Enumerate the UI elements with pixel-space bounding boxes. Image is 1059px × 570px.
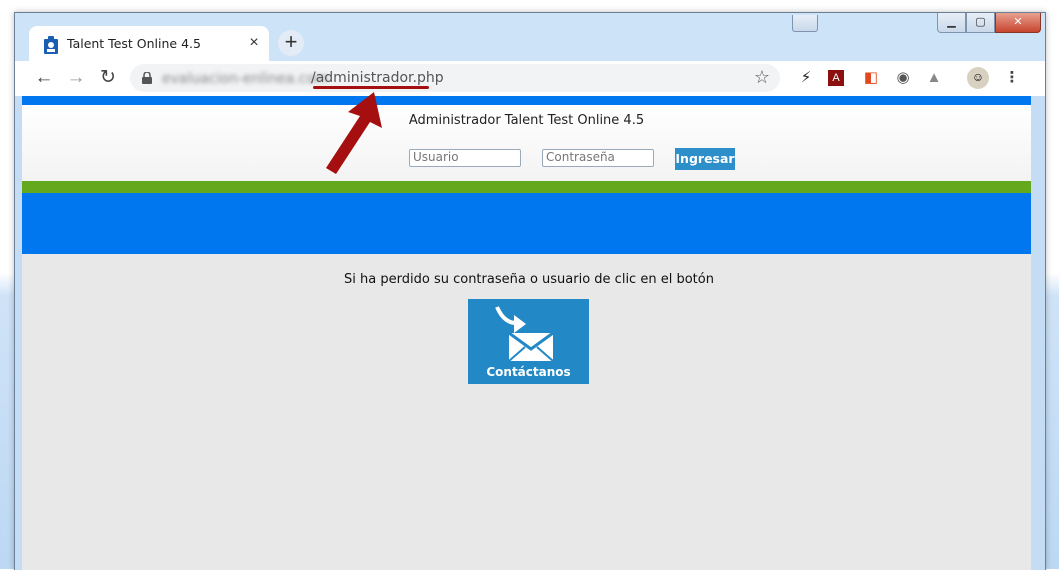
lightning-icon[interactable]: ⚡ <box>796 68 816 88</box>
contact-button-label: Contáctanos <box>486 365 571 379</box>
url-path: /administrador.php <box>311 70 444 86</box>
window-controls: ▁ ▢ ✕ <box>937 13 1041 33</box>
address-bar[interactable]: evaluacion-enlinea.com /administrador.ph… <box>130 64 780 92</box>
top-blue-bar <box>22 96 1031 105</box>
tab-close-icon[interactable]: × <box>245 34 263 52</box>
reload-icon[interactable]: ↻ <box>95 65 121 91</box>
url-host: evaluacion-enlinea.com <box>162 71 329 87</box>
url-underline-annotation <box>313 86 429 89</box>
blue-banner <box>22 193 1031 254</box>
avatar[interactable]: ☺ <box>967 67 989 89</box>
restore-cast-icon[interactable] <box>792 15 818 32</box>
menu-icon[interactable]: ⋮ <box>1002 68 1022 88</box>
contact-button[interactable]: Contáctanos <box>468 299 589 384</box>
red-arrow-annotation <box>326 92 382 174</box>
browser-toolbar: ← → ↻ evaluacion-enlinea.com /administra… <box>15 61 1045 96</box>
minimize-button[interactable]: ▁ <box>937 13 966 33</box>
badge-favicon-icon <box>44 36 58 54</box>
tab-title: Talent Test Online 4.5 <box>67 36 201 51</box>
bookmark-star-icon[interactable]: ☆ <box>754 67 770 88</box>
recover-message: Si ha perdido su contraseña o usuario de… <box>344 272 714 287</box>
mail-arrow-icon <box>495 306 554 362</box>
drive-icon[interactable]: ▲ <box>924 68 944 88</box>
browser-window: Talent Test Online 4.5 × + ▁ ▢ ✕ ← → ↻ e… <box>14 12 1046 570</box>
new-tab-button[interactable]: + <box>278 30 304 56</box>
back-arrow-icon[interactable]: ← <box>31 65 57 91</box>
pdf-icon[interactable]: A <box>828 70 844 86</box>
green-divider <box>22 181 1031 193</box>
lock-icon <box>142 72 152 84</box>
page-viewport: Administrador Talent Test Online 4.5 Usu… <box>22 96 1031 570</box>
forward-arrow-icon[interactable]: → <box>63 65 89 91</box>
tab-active[interactable]: Talent Test Online 4.5 × <box>29 26 269 62</box>
login-button[interactable]: Ingresar <box>675 148 735 170</box>
close-window-button[interactable]: ✕ <box>995 13 1041 33</box>
page-title: Administrador Talent Test Online 4.5 <box>408 113 645 128</box>
password-input[interactable]: Contraseña <box>542 149 654 167</box>
main-content: Si ha perdido su contraseña o usuario de… <box>29 263 1029 570</box>
office-icon[interactable]: ◧ <box>861 68 881 88</box>
username-input[interactable]: Usuario <box>409 149 521 167</box>
tab-strip: Talent Test Online 4.5 × + ▁ ▢ ✕ <box>15 13 1045 62</box>
maximize-button[interactable]: ▢ <box>966 13 995 33</box>
circle-icon[interactable]: ◉ <box>893 68 913 88</box>
page-header: Administrador Talent Test Online 4.5 Usu… <box>22 105 1031 181</box>
